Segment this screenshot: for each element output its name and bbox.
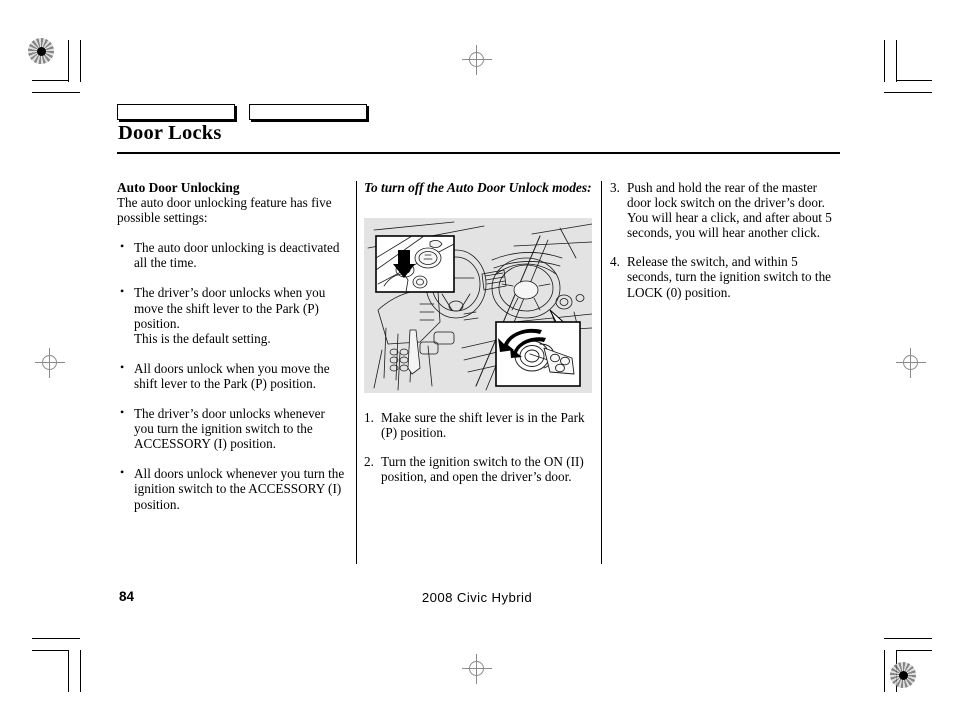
- step-text: Make sure the shift lever is in the Park…: [381, 410, 585, 441]
- car-interior-ignition-illustration: [364, 218, 592, 394]
- list-item: All doors unlock whenever you turn the i…: [117, 465, 345, 512]
- crop-mark-horizontal: [884, 638, 932, 639]
- step-text: Release the switch, and within 5 seconds…: [627, 254, 832, 300]
- bullet-text: All doors unlock when you move the shift…: [134, 360, 330, 391]
- manual-page: Door Locks Auto Door Unlocking The auto …: [0, 0, 954, 710]
- section-tab-1[interactable]: [117, 104, 235, 120]
- list-item: 1. Make sure the shift lever is in the P…: [364, 410, 592, 440]
- auto-door-unlocking-heading: Auto Door Unlocking: [117, 180, 240, 195]
- crop-mark-horizontal: [32, 80, 68, 81]
- list-item: 2. Turn the ignition switch to the ON (I…: [364, 454, 592, 484]
- step-text: Turn the ignition switch to the ON (II) …: [381, 454, 584, 485]
- list-item: 3. Push and hold the rear of the master …: [610, 180, 842, 240]
- list-item: The driver’s door unlocks when you move …: [117, 284, 345, 346]
- registration-target-icon: [890, 662, 916, 688]
- right-column: 3. Push and hold the rear of the master …: [610, 180, 842, 314]
- bullet-text: The driver’s door unlocks when you move …: [134, 285, 326, 331]
- auto-door-unlocking-intro: The auto door unlocking feature has five…: [117, 195, 332, 226]
- crop-mark-vertical: [896, 40, 897, 82]
- registration-crosshair-icon: [462, 654, 492, 684]
- registration-target-icon: [28, 38, 54, 64]
- title-divider: [117, 152, 840, 154]
- step-number: 3.: [610, 180, 620, 195]
- turn-off-steps-1-2: 1. Make sure the shift lever is in the P…: [364, 410, 592, 484]
- crop-mark-horizontal: [896, 80, 932, 81]
- column-divider-2: [601, 181, 602, 564]
- section-tabs: [117, 104, 367, 120]
- ignition-key-turn-detail: [495, 309, 581, 387]
- registration-crosshair-icon: [462, 45, 492, 75]
- turn-off-steps-3-4: 3. Push and hold the rear of the master …: [610, 180, 842, 300]
- bullet-text: All doors unlock whenever you turn the i…: [134, 466, 345, 512]
- list-item: All doors unlock when you move the shift…: [117, 360, 345, 391]
- crop-mark-vertical: [884, 650, 885, 692]
- crop-mark-vertical: [884, 40, 885, 82]
- illustration-vector: [364, 218, 592, 394]
- bullet-text-extra: This is the default setting.: [134, 330, 271, 346]
- crop-mark-horizontal: [896, 650, 932, 651]
- crop-mark-horizontal: [32, 650, 68, 651]
- step-number: 1.: [364, 410, 374, 426]
- master-door-lock-switch-detail: [375, 235, 455, 293]
- crop-mark-horizontal: [32, 92, 80, 93]
- settings-bullet-list: The auto door unlocking is deactivated a…: [117, 239, 345, 512]
- section-tab-2[interactable]: [249, 104, 367, 120]
- list-item: 4. Release the switch, and within 5 seco…: [610, 254, 842, 299]
- bullet-text: The auto door unlocking is deactivated a…: [134, 240, 340, 271]
- bullet-text: The driver’s door unlocks whenever you t…: [134, 406, 325, 452]
- list-item: The driver’s door unlocks whenever you t…: [117, 405, 345, 452]
- registration-crosshair-icon: [35, 348, 65, 378]
- crop-mark-vertical: [80, 650, 81, 692]
- middle-column: To turn off the Auto Door Unlock modes:: [364, 180, 592, 498]
- turn-off-modes-heading: To turn off the Auto Door Unlock modes:: [364, 180, 592, 195]
- step-text: Push and hold the rear of the master doo…: [627, 180, 832, 241]
- registration-crosshair-icon: [896, 348, 926, 378]
- crop-mark-vertical: [68, 650, 69, 692]
- crop-mark-horizontal: [32, 638, 80, 639]
- crop-mark-horizontal: [884, 92, 932, 93]
- left-column: Auto Door Unlocking The auto door unlock…: [117, 180, 345, 527]
- crop-mark-vertical: [68, 40, 69, 82]
- footer-model-name: 2008 Civic Hybrid: [421, 590, 533, 605]
- crop-mark-vertical: [80, 40, 81, 82]
- list-item: The auto door unlocking is deactivated a…: [117, 239, 345, 271]
- page-title: Door Locks: [118, 122, 222, 144]
- step-number: 4.: [610, 254, 620, 270]
- column-divider-1: [356, 181, 357, 564]
- step-number: 2.: [364, 454, 374, 470]
